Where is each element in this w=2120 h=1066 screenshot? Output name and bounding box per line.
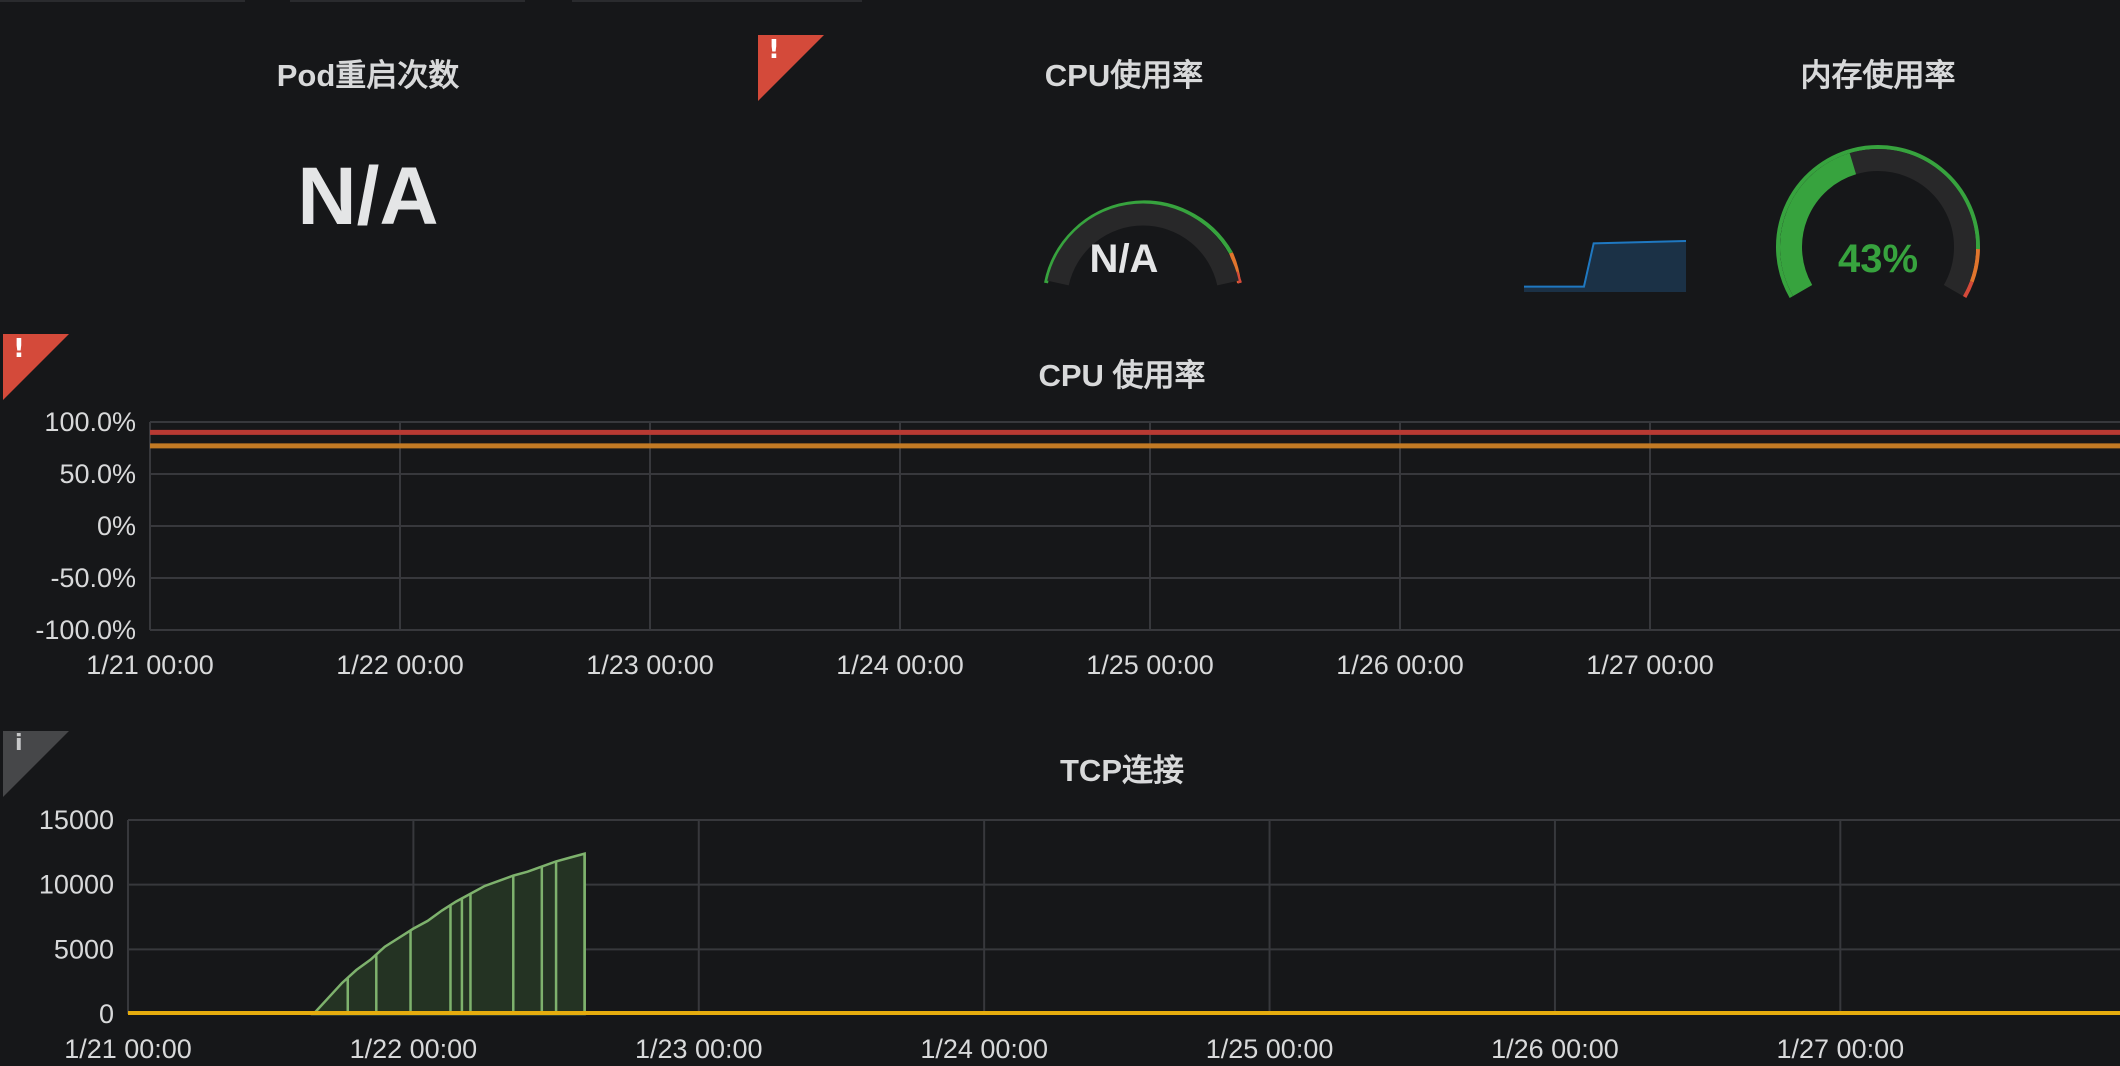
alert-icon[interactable]: ! <box>3 334 69 400</box>
x-tick-label: 1/23 00:00 <box>635 1034 763 1064</box>
gauge-value: 43% <box>1837 237 1919 281</box>
x-tick-label: 1/22 00:00 <box>350 1034 478 1064</box>
y-tick-label: 50.0% <box>59 459 136 489</box>
y-tick-label: 100.0% <box>44 407 136 437</box>
x-tick-label: 1/22 00:00 <box>336 650 464 680</box>
x-tick-label: 1/21 00:00 <box>64 1034 192 1064</box>
panel-title[interactable]: CPU使用率 <box>1045 50 1203 95</box>
alert-icon[interactable]: ! <box>758 35 824 101</box>
info-icon[interactable]: i <box>3 731 69 797</box>
x-tick-label: 1/25 00:00 <box>1086 650 1214 680</box>
stat-value: N/A <box>297 151 439 242</box>
x-tick-label: 1/27 00:00 <box>1777 1034 1905 1064</box>
sparkline <box>1524 240 1686 292</box>
cpu-gauge-panel[interactable]: ! CPU使用率 N/A <box>740 0 1500 300</box>
tcp-graph-panel[interactable]: i TCP连接 15000 10000 5000 0 1/21 00:00 1/22 00… <box>0 725 2120 1066</box>
panel-title[interactable]: 内存使用率 <box>1801 50 1956 95</box>
cpu-chart: 100.0% 50.0% 0% -50.0% -100.0% 1/21 00:00 1/22… <box>35 407 2120 680</box>
cpu-graph-panel[interactable]: ! CPU 使用率 100.0% 50.0% 0% -50.0% -100.0% 1/21… <box>0 330 2120 700</box>
panel-title[interactable]: TCP连接 <box>1060 745 1184 790</box>
sparkline-fill <box>1524 241 1686 292</box>
x-tick-label: 1/21 00:00 <box>86 650 214 680</box>
y-tick-label: 5000 <box>54 934 114 964</box>
y-tick-label: 0 <box>99 999 114 1029</box>
panel-title[interactable]: Pod重启次数 <box>277 50 460 95</box>
pod-restarts-panel[interactable]: Pod重启次数 N/A <box>0 0 740 300</box>
series-area <box>310 851 586 1016</box>
x-tick-label: 1/24 00:00 <box>836 650 964 680</box>
tcp-chart: 15000 10000 5000 0 1/21 00:00 1/22 00:00 1/23 … <box>39 805 2120 1064</box>
y-tick-label: -100.0% <box>35 615 136 645</box>
x-tick-label: 1/25 00:00 <box>1206 1034 1334 1064</box>
memory-gauge-panel[interactable]: 内存使用率 43% <box>1500 0 2120 300</box>
gauge-value: N/A <box>1089 237 1159 281</box>
y-tick-label: 15000 <box>39 805 114 835</box>
x-tick-label: 1/26 00:00 <box>1336 650 1464 680</box>
x-tick-label: 1/26 00:00 <box>1491 1034 1619 1064</box>
x-tick-label: 1/24 00:00 <box>920 1034 1048 1064</box>
x-tick-label: 1/27 00:00 <box>1586 650 1714 680</box>
panel-title[interactable]: CPU 使用率 <box>1038 350 1205 395</box>
x-tick-label: 1/23 00:00 <box>586 650 714 680</box>
y-tick-label: -50.0% <box>50 563 136 593</box>
y-tick-label: 10000 <box>39 870 114 900</box>
y-tick-label: 0% <box>97 511 136 541</box>
